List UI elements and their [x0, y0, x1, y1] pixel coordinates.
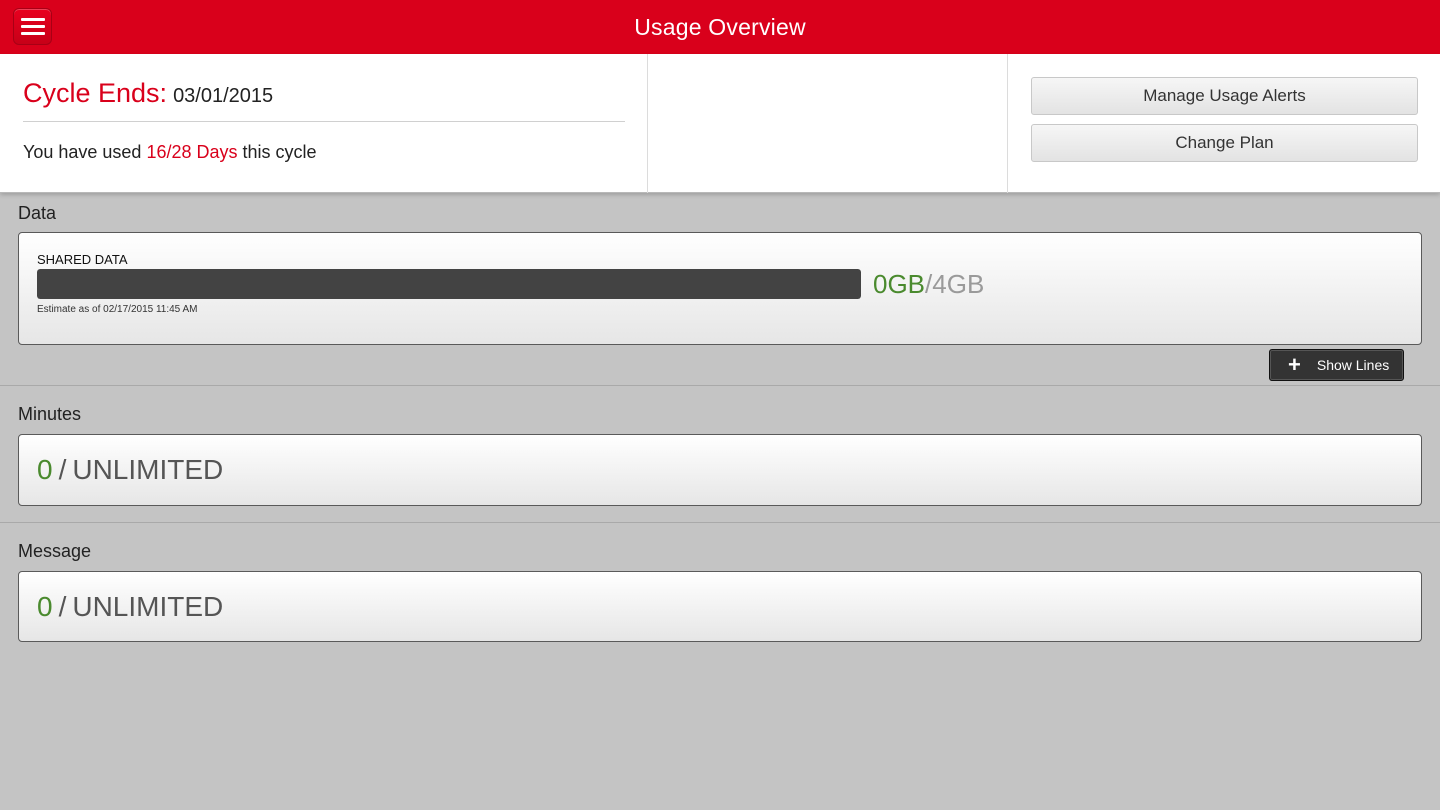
minutes-used: 0 [37, 454, 53, 485]
days-used-count: 16/28 Days [146, 142, 238, 162]
shared-data-card: SHARED DATA 0GB/4GB Estimate as of 02/17… [18, 232, 1422, 345]
menu-button[interactable] [13, 8, 52, 45]
cycle-summary-panel: Cycle Ends: 03/01/2015 You have used 16/… [0, 54, 1440, 193]
data-used: 0GB [873, 269, 926, 299]
plus-icon: + [1288, 352, 1301, 377]
data-usage-bar [37, 269, 861, 299]
message-usage: 0 / UNLIMITED [37, 572, 223, 641]
days-used-prefix: You have used [23, 142, 142, 162]
column-divider [647, 54, 648, 193]
cycle-ends: Cycle Ends: 03/01/2015 [23, 78, 273, 109]
messages-used: 0 [37, 590, 53, 622]
section-divider [0, 385, 1440, 386]
minutes-separator: / [58, 454, 67, 485]
days-used-text: You have used 16/28 Days this cycle [23, 142, 317, 163]
show-lines-button[interactable]: + Show Lines [1269, 349, 1404, 381]
show-lines-label: Show Lines [1316, 357, 1390, 373]
message-card: 0 / UNLIMITED [18, 571, 1422, 642]
app-header: Usage Overview [0, 0, 1440, 54]
hamburger-menu-icon [20, 25, 45, 28]
days-used-suffix: this cycle [242, 142, 317, 162]
shared-data-label: SHARED DATA [37, 252, 128, 267]
minutes-card: 0 / UNLIMITED [18, 434, 1422, 506]
minutes-limit: UNLIMITED [72, 454, 224, 485]
cycle-ends-date: 03/01/2015 [173, 85, 274, 107]
change-plan-button[interactable]: Change Plan [1031, 124, 1418, 162]
usage-overview-screen: Usage Overview Cycle Ends: 03/01/2015 Yo… [0, 0, 1440, 810]
data-section-title: Data [18, 203, 57, 223]
hamburger-menu-icon [20, 18, 45, 21]
manage-usage-alerts-button[interactable]: Manage Usage Alerts [1031, 77, 1418, 115]
minutes-section-title: Minutes [18, 404, 82, 424]
data-estimate-timestamp: Estimate as of 02/17/2015 11:45 AM [37, 304, 198, 315]
minutes-usage: 0 / UNLIMITED [37, 435, 223, 505]
hamburger-menu-icon [20, 32, 45, 35]
data-usage-amount: 0GB/4GB [873, 269, 984, 299]
data-total: 4GB [932, 269, 985, 299]
messages-separator: / [58, 590, 67, 622]
column-divider [1007, 54, 1008, 193]
messages-limit: UNLIMITED [72, 590, 224, 622]
message-section-title: Message [18, 541, 92, 561]
cycle-ends-label: Cycle Ends: [23, 78, 168, 108]
section-divider [0, 522, 1440, 523]
data-usage-bar-fill [37, 269, 861, 299]
summary-divider [23, 121, 625, 122]
page-title: Usage Overview [634, 13, 806, 40]
